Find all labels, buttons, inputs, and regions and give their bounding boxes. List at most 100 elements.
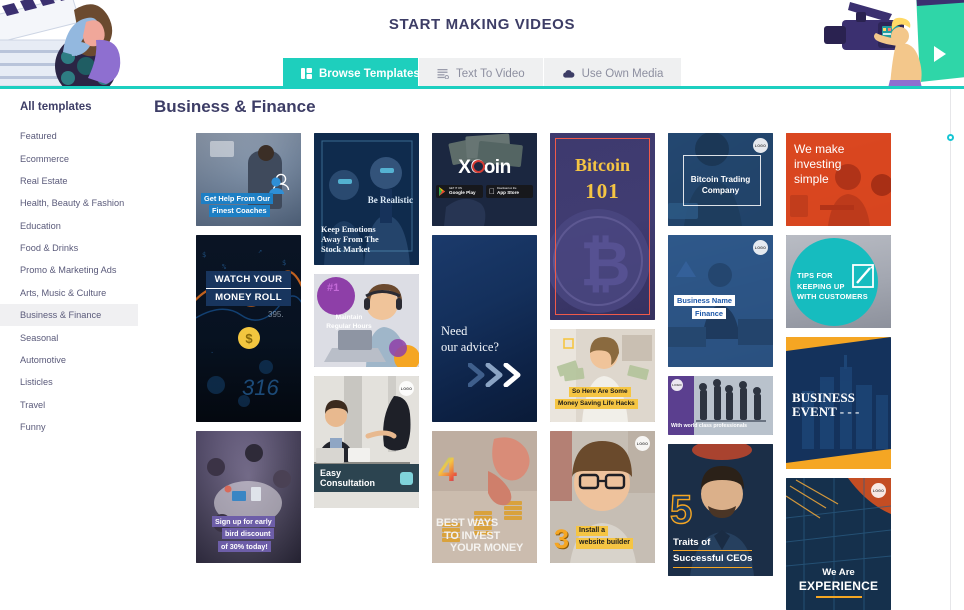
logo-badge: LOGO — [635, 436, 650, 451]
template-card-bitcoin-trading-company[interactable]: LOGO Bitcoin Trading Company — [668, 133, 773, 226]
template-card-business-event[interactable]: BUSINESS EVENT - - - — [786, 337, 891, 469]
svg-text:395.: 395. — [268, 310, 284, 319]
cloud-upload-icon — [562, 69, 575, 79]
text-lines-icon — [437, 68, 449, 79]
card-caption-line: Regular Hours — [326, 322, 372, 330]
sidebar-item-health-beauty-fashion[interactable]: Health, Beauty & Fashion — [0, 192, 138, 214]
sidebar-item-arts-music-culture[interactable]: Arts, Music & Culture — [0, 282, 138, 304]
sidebar-item-featured[interactable]: Featured — [0, 125, 138, 147]
page-body: All templates Featured Ecommerce Real Es… — [0, 89, 964, 610]
tab-use-own-media[interactable]: Use Own Media — [543, 58, 683, 86]
sidebar-item-listicles[interactable]: Listicles — [0, 371, 138, 393]
sidebar-item-food-drinks[interactable]: Food & Drinks — [0, 237, 138, 259]
template-browser: Business & Finance Get Help From Our Fin… — [138, 89, 964, 610]
svg-text:·: · — [210, 349, 214, 357]
template-card-we-make-investing-simple[interactable]: We make investing simple — [786, 133, 891, 226]
card-caption-line: our advice? — [441, 340, 499, 354]
sidebar-item-automotive[interactable]: Automotive — [0, 349, 138, 371]
template-card-money-saving-hacks[interactable]: So Here Are Some Money Saving Life Hacks — [550, 329, 655, 422]
template-column-4: ₿ Bitcoin 101 So Here Are Some Money Sav… — [550, 133, 655, 610]
sidebar-item-education[interactable]: Education — [0, 215, 138, 237]
card-caption-line: YOUR MONEY — [450, 542, 524, 555]
template-column-2: Be Realistic Keep Emotions Away From The… — [314, 133, 419, 610]
card-caption-line: Keep Emotions — [321, 225, 376, 235]
card-caption-line: EXPERIENCE — [798, 579, 879, 594]
logo-badge: LOGO — [753, 138, 768, 153]
templates-grid-icon — [301, 68, 312, 79]
card-caption-line: Need — [441, 324, 468, 338]
template-card-world-class-professionals[interactable]: LOGO With world class professionals — [668, 376, 773, 435]
template-card-watch-money-roll[interactable]: $% ↗ $ · 316 395. WATCH YOUR MONEY ROLL $ — [196, 235, 301, 422]
sidebar-item-seasonal[interactable]: Seasonal — [0, 326, 138, 348]
coin-ring-icon — [472, 160, 485, 173]
template-column-5: LOGO Bitcoin Trading Company LOGO Busine… — [668, 133, 773, 610]
template-card-tips-keeping-up-customers[interactable]: TIPS FOR KEEPING UP WITH CUSTOMERS — [786, 235, 891, 328]
template-column-1: Get Help From Our Finest Coaches $% ↗ $ · — [196, 133, 301, 610]
svg-text:↗: ↗ — [258, 247, 262, 255]
card-caption-line: WITH CUSTOMERS — [797, 292, 868, 302]
logo-badge: LOGO — [753, 240, 768, 255]
scroll-position-marker[interactable] — [947, 134, 954, 141]
card-caption-line: Stock Market — [321, 245, 371, 255]
template-card-xcoin[interactable]: XCoin GET IT ON Google Play  — [432, 133, 537, 226]
sidebar-item-ecommerce[interactable]: Ecommerce — [0, 147, 138, 169]
card-caption-line: Money Saving Life Hacks — [555, 398, 638, 409]
google-play-badge[interactable]: GET IT ON Google Play — [436, 185, 483, 198]
card-caption-line: Bitcoin Trading — [690, 175, 751, 184]
category-title: Business & Finance — [154, 97, 316, 116]
card-caption-line: We make — [794, 142, 845, 156]
card-caption-line: Bitcoin — [574, 155, 630, 175]
app-store-badge[interactable]:  Download on the App Store — [486, 185, 533, 198]
template-grid: Get Help From Our Finest Coaches $% ↗ $ · — [154, 133, 964, 610]
template-card-best-ways-invest[interactable]: 4 BEST WAYS TO INVEST YOUR MONEY — [432, 431, 537, 563]
template-card-traits-successful-ceos[interactable]: 5 Traits of Successful CEOs — [668, 444, 773, 576]
dollar-coin-icon: $ — [238, 327, 260, 349]
sidebar-item-business-finance[interactable]: Business & Finance — [0, 304, 138, 327]
category-sidebar: All templates Featured Ecommerce Real Es… — [0, 89, 138, 610]
card-heading: Be Realistic — [367, 195, 413, 205]
svg-text:$: $ — [282, 259, 286, 267]
store-label: Google Play — [449, 189, 476, 195]
template-card-be-realistic[interactable]: Be Realistic Keep Emotions Away From The… — [314, 133, 419, 265]
tab-browse-templates-label: Browse Templates — [319, 67, 420, 80]
tab-use-own-media-label: Use Own Media — [581, 67, 664, 80]
apple-icon:  — [489, 187, 495, 196]
template-card-we-are-experience[interactable]: LOGO We Are EXPERIENCE — [786, 478, 891, 610]
template-card-bitcoin-101[interactable]: ₿ Bitcoin 101 — [550, 133, 655, 320]
sidebar-heading: All templates — [20, 101, 92, 113]
card-caption-line: Get Help From Our — [201, 192, 274, 204]
sidebar-item-promo-marketing-ads[interactable]: Promo & Marketing Ads — [0, 259, 138, 281]
template-card-maintain-regular-hours[interactable]: #1 Maintain Regular Hours — [314, 274, 419, 367]
tab-browse-templates[interactable]: Browse Templates — [283, 58, 420, 86]
template-card-need-our-advice[interactable]: Need our advice? — [432, 235, 537, 422]
sidebar-item-funny[interactable]: Funny — [0, 416, 138, 438]
svg-text:%: % — [222, 263, 227, 271]
card-caption-line: Business Name — [674, 295, 736, 307]
template-card-easy-consultation[interactable]: LOGO Easy Consultation — [314, 376, 419, 508]
chevrons-right-icon — [468, 363, 521, 387]
template-card-get-help-coaches[interactable]: Get Help From Our Finest Coaches — [196, 133, 301, 226]
svg-text:316: 316 — [242, 375, 279, 400]
card-caption-line: of 30% today! — [218, 540, 271, 552]
card-caption-line: website builder — [576, 537, 633, 549]
sidebar-item-real-estate[interactable]: Real Estate — [0, 170, 138, 192]
card-caption-line: bird discount — [222, 528, 274, 539]
template-card-early-bird-discount[interactable]: Sign up for early bird discount of 30% t… — [196, 431, 301, 563]
card-caption-line: Company — [701, 185, 740, 195]
sidebar-item-travel[interactable]: Travel — [0, 394, 138, 416]
content-scroll-rail[interactable] — [950, 89, 951, 610]
card-caption-line: 101 — [585, 179, 620, 203]
decorative-square — [400, 471, 413, 485]
template-card-install-website-builder[interactable]: LOGO 3 Install a website builder — [550, 431, 655, 563]
mode-tabs[interactable]: Browse Templates Text To Video Use Own M… — [283, 58, 683, 86]
card-number: 4 — [438, 451, 457, 489]
template-card-business-name-finance[interactable]: LOGO Business Name Finance — [668, 235, 773, 367]
card-caption-line: TIPS FOR — [797, 271, 833, 280]
card-number: 5 — [669, 488, 693, 532]
tab-text-to-video[interactable]: Text To Video — [419, 58, 544, 86]
template-column-6: We make investing simple TIPS FOR KEEPIN… — [786, 133, 891, 610]
logo-badge: LOGO — [399, 381, 414, 396]
logo-badge: LOGO — [671, 379, 683, 391]
store-label: App Store — [491, 189, 519, 195]
card-number: 3 — [554, 524, 570, 554]
